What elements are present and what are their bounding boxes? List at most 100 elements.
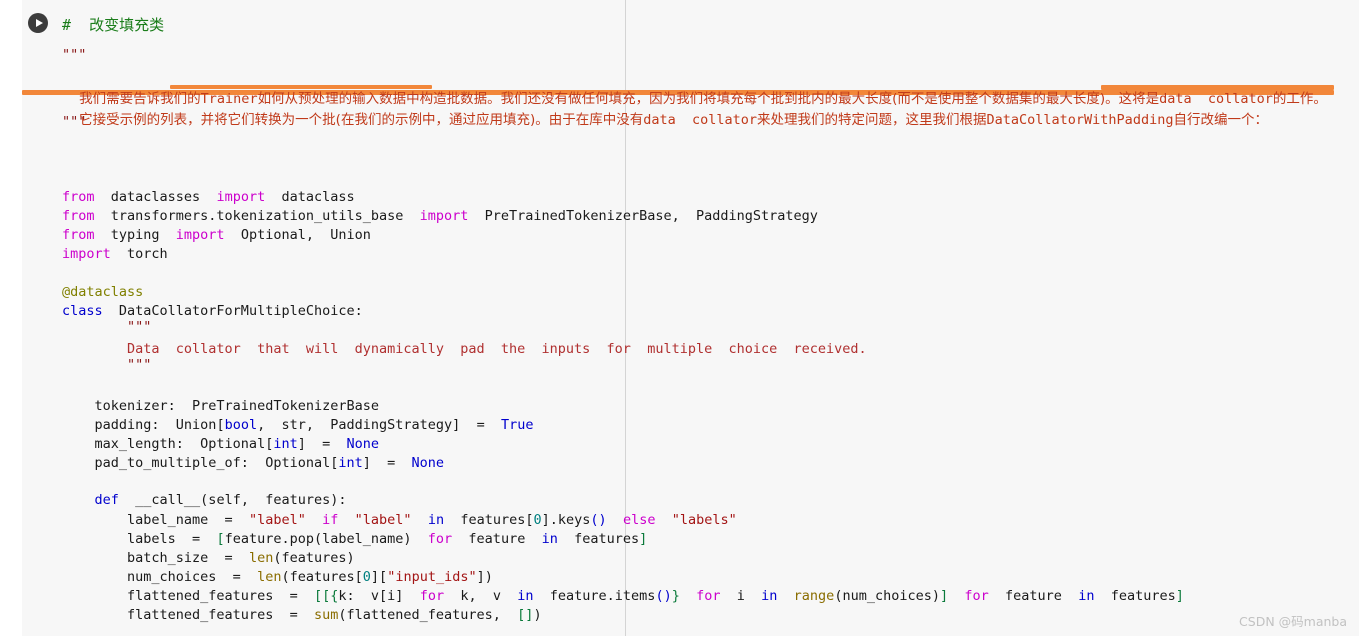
code-token: [ <box>354 569 363 585</box>
code-token: , str, PaddingStrategy <box>257 417 453 433</box>
code-token: else <box>622 512 656 528</box>
code-token: feature <box>988 588 1079 604</box>
code-token: max_length: Optional <box>62 436 266 452</box>
code-line-decorator[interactable]: @dataclass <box>62 283 143 302</box>
code-line-docopen[interactable]: """ <box>62 318 151 337</box>
code-token: [ <box>379 588 388 604</box>
code-line-body4[interactable]: num_choices = len(features[0]["input_ids… <box>62 568 493 587</box>
code-token: dataclass <box>265 189 355 205</box>
code-token: [ <box>379 569 388 585</box>
code-token: ] <box>939 588 949 604</box>
code-token: import <box>419 208 469 224</box>
code-line-body6[interactable]: flattened_features = sum(flattened_featu… <box>62 606 542 625</box>
code-token: feature.pop(label_name) <box>224 531 428 547</box>
code-line-docbody[interactable]: Data collator that will dynamically pad … <box>62 340 867 359</box>
code-token: "input_ids" <box>387 569 477 585</box>
watermark-text: CSDN @码manba <box>1239 614 1347 629</box>
code-token: from <box>62 208 95 224</box>
code-token: tokenizer: PreTrainedTokenizerBase <box>62 398 379 414</box>
code-line-import1[interactable]: from dataclasses import dataclass <box>62 188 355 207</box>
code-token: int <box>338 455 363 471</box>
code-token: ) <box>484 569 493 585</box>
code-line-field2[interactable]: padding: Union[bool, str, PaddingStrateg… <box>62 416 534 435</box>
code-token: ] <box>362 455 371 471</box>
code-token: transformers.tokenization_utils_base <box>94 208 420 224</box>
code-token: = <box>370 455 412 471</box>
code-line-body2[interactable]: labels = [feature.pop(label_name) for fe… <box>62 530 647 549</box>
code-line-docclose[interactable]: """ <box>62 356 151 375</box>
code-token: import <box>62 246 111 262</box>
code-line-import4[interactable]: import torch <box>62 245 168 264</box>
prose-l2-mono1: data collator <box>643 112 758 128</box>
code-line-import3[interactable]: from typing import Optional, Union <box>62 226 371 245</box>
prose-l2-b: 来处理我们的特定问题，这里我们根据 <box>757 112 987 128</box>
code-token: labels = <box>62 531 217 547</box>
code-token: in <box>517 588 534 604</box>
code-token: ] <box>297 436 306 452</box>
code-token: [ <box>525 512 534 528</box>
code-token: in <box>1078 588 1095 604</box>
prose-l2-mono2: DataCollatorWithPadding <box>986 112 1174 128</box>
code-token: @dataclass <box>62 284 144 300</box>
code-token: .keys <box>549 512 591 528</box>
code-token: "label" <box>248 512 306 528</box>
code-token: range <box>793 588 835 604</box>
code-token: label_name = <box>62 512 249 528</box>
code-token: pad_to_multiple_of: Optional <box>62 455 331 471</box>
code-token: k: v <box>338 588 380 604</box>
code-token: for <box>696 588 721 604</box>
code-token: padding: Union <box>62 417 217 433</box>
code-token: len <box>248 550 274 566</box>
code-token: ) <box>533 607 542 623</box>
code-token: typing <box>94 227 176 243</box>
code-token: None <box>346 436 380 452</box>
code-token: } <box>671 588 680 604</box>
code-token: from <box>62 227 95 243</box>
code-token: __call__(self, features): <box>118 492 347 508</box>
code-token: batch_size = <box>62 550 249 566</box>
code-token: None <box>411 455 445 471</box>
prose-line-2: 它接受示例的列表，并将它们转换为一个批(在我们的示例中，通过应用填充)。由于在库… <box>62 92 1268 144</box>
code-token: int <box>273 436 298 452</box>
code-token: DataCollatorForMultipleChoice: <box>102 303 363 319</box>
code-token: ] <box>541 512 550 528</box>
code-token: Data collator that will dynamically pad … <box>62 341 867 357</box>
code-line-body3[interactable]: batch_size = len(features) <box>62 549 355 568</box>
code-token: PreTrainedTokenizerBase, PaddingStrategy <box>468 208 818 224</box>
code-token: 0 <box>362 569 371 585</box>
code-token: features <box>1094 588 1176 604</box>
code-token: def <box>94 492 119 508</box>
code-token: ] <box>476 569 485 585</box>
code-line-field1[interactable]: tokenizer: PreTrainedTokenizerBase <box>62 397 379 416</box>
code-token: """ <box>62 357 152 373</box>
code-token: ] <box>1175 588 1184 604</box>
code-line-body5[interactable]: flattened_features = [[{k: v[i] for k, v… <box>62 587 1184 606</box>
code-token: ] <box>639 531 648 547</box>
code-token: from <box>62 189 95 205</box>
code-token: for <box>427 531 453 547</box>
code-token: in <box>761 588 778 604</box>
code-token: flattened_features = <box>62 588 314 604</box>
code-token: for <box>964 588 989 604</box>
code-line-field4[interactable]: pad_to_multiple_of: Optional[int] = None <box>62 454 445 473</box>
code-token: in <box>427 512 445 528</box>
code-token: sum <box>313 607 339 623</box>
code-token: k, v <box>444 588 518 604</box>
code-token: Optional, Union <box>224 227 371 243</box>
code-line-body1[interactable]: label_name = "label" if "label" in featu… <box>62 511 737 530</box>
code-line-defcall[interactable]: def __call__(self, features): <box>62 491 347 510</box>
code-token: (flattened_features, <box>338 607 518 623</box>
code-token: = <box>460 417 501 433</box>
code-token: torch <box>110 246 168 262</box>
code-line-import2[interactable]: from transformers.tokenization_utils_bas… <box>62 207 818 226</box>
code-token: [] <box>517 607 534 623</box>
code-token: feature.items <box>533 588 656 604</box>
code-token: ] <box>370 569 380 585</box>
code-line-field3[interactable]: max_length: Optional[int] = None <box>62 435 380 454</box>
prose-l2-a: 它接受示例的列表，并将它们转换为一个批(在我们的示例中，通过应用填充)。由于在库… <box>79 112 644 128</box>
code-token: "label" <box>354 512 412 528</box>
